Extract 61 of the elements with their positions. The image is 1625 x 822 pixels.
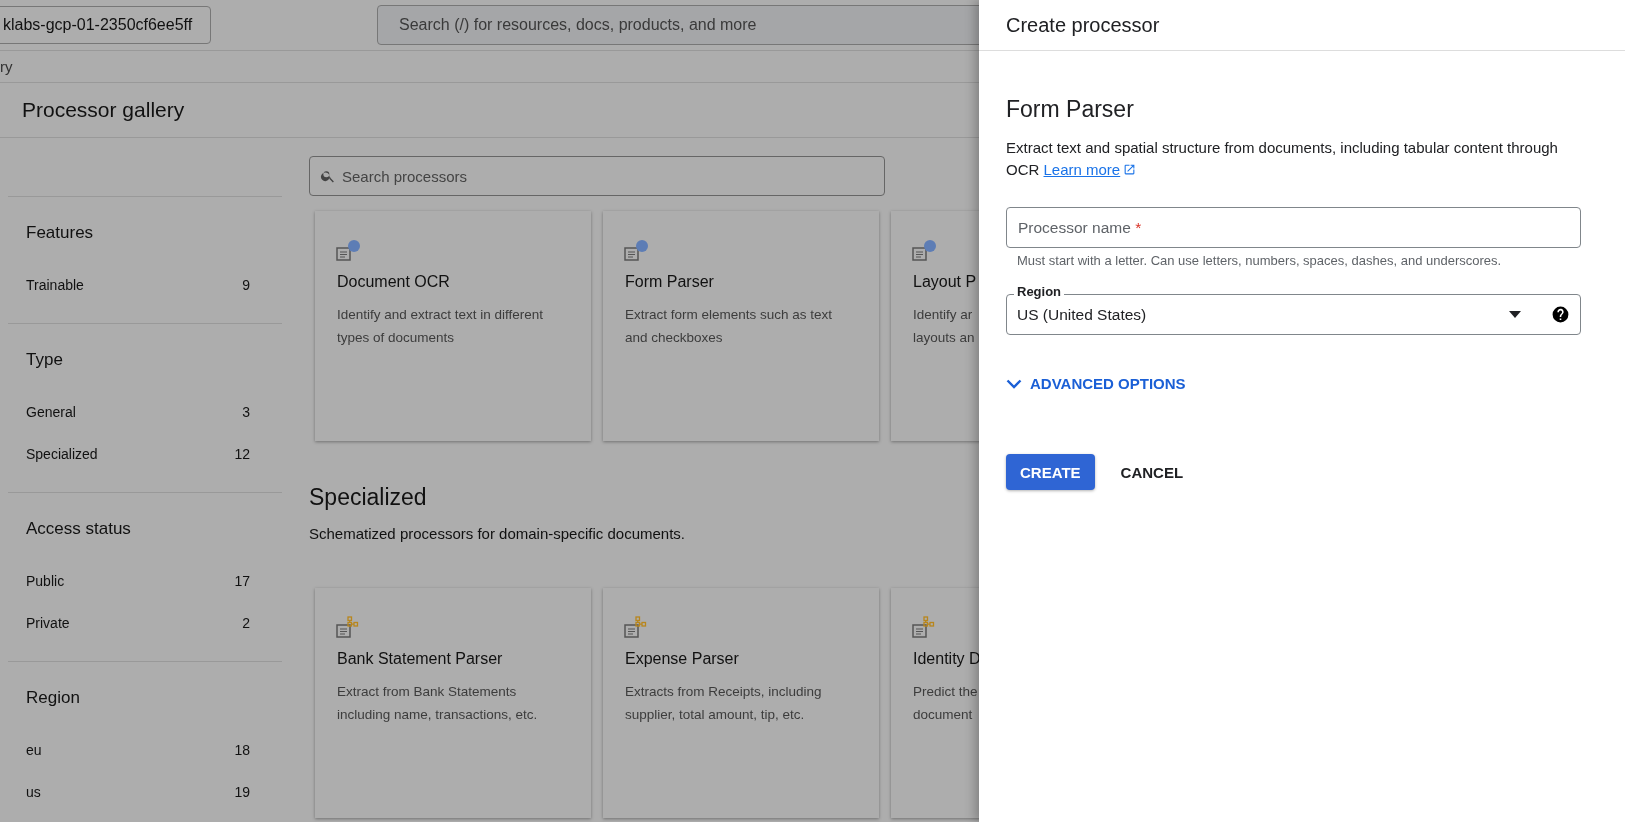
- section-description: Schematized processors for domain-specific documents.: [309, 525, 686, 542]
- document-badge-icon: [911, 239, 939, 263]
- card-description: Extract from Bank Statements including name, transactions, etc.: [337, 683, 539, 724]
- section-heading: Specialized: [309, 484, 428, 511]
- filter-count: 18: [234, 742, 250, 758]
- panel-title: Create processor: [1006, 13, 1160, 37]
- processor-card[interactable]: Expense Parser Extracts from Receipts, including supplier, total amount, tip, etc.: [603, 588, 879, 818]
- cancel-button[interactable]: CANCEL: [1104, 454, 1200, 490]
- card-title: Document OCR: [337, 273, 451, 291]
- filter-label[interactable]: Private: [26, 615, 70, 631]
- filter-count: 3: [242, 404, 250, 420]
- advanced-options-toggle[interactable]: ADVANCED OPTIONS: [1006, 375, 1186, 392]
- filter-label[interactable]: Public: [26, 573, 65, 589]
- filter-count: 2: [242, 615, 250, 631]
- filter-count: 12: [234, 446, 250, 462]
- field-hint: Must start with a letter. Can use letters, numbers, spaces, dashes, and underscores.: [1016, 252, 1503, 270]
- external-link-icon: [1123, 163, 1137, 176]
- search-field[interactable]: Search (/) for resources, docs, products, and more: [377, 5, 979, 45]
- filter-label[interactable]: General: [26, 404, 76, 420]
- chevron-icon: [1006, 378, 1022, 389]
- dropdown-icon: [1509, 311, 1521, 318]
- card-title: Expense Parser: [625, 650, 740, 668]
- processor-name-field[interactable]: Processor name *: [1006, 207, 1581, 248]
- processor-card[interactable]: Identity D Predict the document: [891, 588, 979, 818]
- document-badge-icon: [335, 239, 363, 263]
- filter-count: 19: [234, 784, 250, 800]
- processor-card[interactable]: Document OCR Identify and extract text in different types of documents: [315, 211, 591, 441]
- filter-count: 17: [234, 573, 250, 589]
- filter-count: 9: [242, 277, 250, 293]
- processor-title: Form Parser: [1006, 96, 1135, 123]
- card-description: Identify and extract text in different types of documents: [337, 306, 545, 347]
- card-description: Predict the document: [913, 683, 979, 724]
- processor-card[interactable]: Layout P Identify ar layouts an: [891, 211, 979, 441]
- breadcrumb[interactable]: ry: [0, 58, 13, 75]
- search-icon: [320, 168, 336, 184]
- page-title: Processor gallery: [22, 98, 185, 122]
- create-button[interactable]: CREATE: [1006, 454, 1095, 490]
- filter-heading: Features: [26, 223, 95, 243]
- filter-label[interactable]: us: [26, 784, 41, 800]
- search-field[interactable]: Search processors: [309, 156, 885, 196]
- card-title: Identity D: [913, 650, 979, 668]
- help-icon[interactable]: [1551, 305, 1570, 324]
- processor-card[interactable]: Form Parser Extract form elements such as text and checkboxes: [603, 211, 879, 441]
- filter-heading: Access status: [26, 519, 132, 539]
- processor-card[interactable]: Bank Statement Parser Extract from Bank Statements including name, transactions, etc.: [315, 588, 591, 818]
- learn-more-link[interactable]: Learn more: [1043, 161, 1137, 178]
- card-title: Layout P: [913, 273, 978, 291]
- processor-description: Extract text and spatial structure from documents, including tabular content through OCR Learn more: [1006, 138, 1559, 180]
- region-select[interactable]: Region US (United States): [1006, 284, 1581, 335]
- filter-heading: Type: [26, 350, 64, 370]
- card-title: Form Parser: [625, 273, 715, 291]
- filter-label[interactable]: Trainable: [26, 277, 84, 293]
- document-badge-icon: [623, 239, 651, 263]
- project-selector[interactable]: klabs-gcp-01-2350cf6ee5ff: [0, 6, 211, 44]
- card-title: Bank Statement Parser: [337, 650, 504, 668]
- filter-label[interactable]: eu: [26, 742, 42, 758]
- filter-heading: Region: [26, 688, 81, 708]
- filter-label[interactable]: Specialized: [26, 446, 98, 462]
- card-description: Extracts from Receipts, including supplier, total amount, tip, etc.: [625, 683, 823, 724]
- card-description: Identify ar layouts an: [913, 306, 976, 347]
- card-description: Extract form elements such as text and checkboxes: [625, 306, 834, 347]
